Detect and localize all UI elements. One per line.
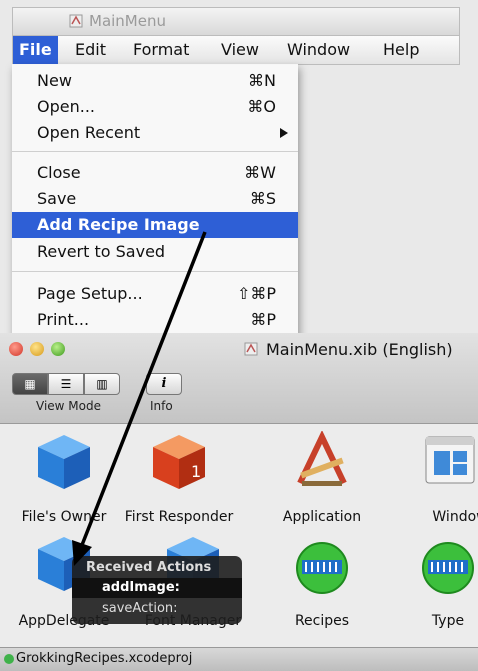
action-add-image[interactable]: addImage: (72, 578, 242, 598)
blue-cube-icon (38, 435, 90, 489)
menu-item-label: Open... (37, 97, 95, 116)
menu-item-print[interactable]: Print... ⌘P (12, 307, 298, 333)
array-controller-icon (296, 542, 348, 594)
red-cube-icon: 1 (153, 435, 205, 489)
file-menu-dropdown: New ⌘N Open... ⌘O Open Recent Close ⌘W S… (12, 64, 298, 340)
menu-item-shortcut: ⌘N (248, 71, 276, 90)
menu-item-shortcut: ⌘P (250, 310, 276, 329)
menu-view[interactable]: View (221, 40, 259, 59)
menu-item-open-recent[interactable]: Open Recent (12, 120, 298, 146)
menu-item-new[interactable]: New ⌘N (12, 68, 298, 94)
object-label: File's Owner (21, 509, 107, 525)
menu-item-label: Add Recipe Image (37, 215, 200, 234)
object-recipes[interactable]: Recipes (262, 538, 382, 638)
menu-separator (12, 151, 298, 152)
icon-view-button[interactable]: ▦ (12, 373, 48, 395)
document-icon (244, 342, 258, 356)
menu-file[interactable]: File (13, 36, 58, 64)
application-icon (297, 431, 347, 486)
list-view-button[interactable]: ☰ (48, 373, 84, 395)
menu-item-shortcut: ⌘O (247, 97, 276, 116)
menu-item-label: Open Recent (37, 123, 141, 142)
menu-item-label: Page Setup... (37, 284, 143, 303)
object-files-owner[interactable]: File's Owner (4, 431, 124, 531)
menu-item-shortcut: ⌘S (249, 189, 276, 208)
info-label: Info (150, 399, 173, 413)
column-view-button[interactable]: ▥ (84, 373, 120, 395)
object-label: Type (431, 613, 465, 629)
xib-window-title: MainMenu.xib (English) (266, 340, 453, 359)
view-mode-label: View Mode (36, 399, 101, 413)
mainmenu-title: MainMenu (89, 12, 166, 30)
object-application[interactable]: Application (262, 431, 382, 531)
close-button[interactable] (9, 342, 23, 356)
xib-window: MainMenu.xib (English) ▦ ☰ ▥ View Mode i… (0, 333, 478, 671)
menu-item-page-setup[interactable]: Page Setup... ⇧⌘P (12, 281, 298, 307)
menu-window[interactable]: Window (287, 40, 350, 59)
menu-item-revert-to-saved[interactable]: Revert to Saved (12, 239, 298, 265)
menu-item-label: Print... (37, 310, 90, 329)
svg-text:1: 1 (191, 462, 201, 481)
menu-item-close[interactable]: Close ⌘W (12, 160, 298, 186)
object-window[interactable]: Window (390, 431, 478, 531)
menu-item-save[interactable]: Save ⌘S (12, 186, 298, 212)
received-actions-popup: Received Actions addImage: saveAction: (72, 556, 242, 624)
view-mode-control: ▦ ☰ ▥ (12, 373, 122, 395)
action-save-action[interactable]: saveAction: (72, 599, 242, 619)
menu-item-shortcut: ⌘W (244, 163, 276, 182)
object-label: Recipes (294, 613, 350, 629)
popup-header: Received Actions (86, 560, 212, 575)
array-controller-icon (422, 542, 474, 594)
object-label: Window (432, 509, 478, 525)
submenu-arrow-icon (280, 128, 288, 138)
menu-format[interactable]: Format (133, 40, 189, 59)
action-label: addImage: (102, 580, 180, 595)
menu-item-shortcut: ⇧⌘P (236, 284, 276, 303)
object-type[interactable]: Type (388, 538, 478, 638)
menu-help[interactable]: Help (383, 40, 419, 59)
action-label: saveAction: (102, 601, 178, 616)
status-project-name: GrokkingRecipes.xcodeproj (16, 651, 193, 666)
menu-edit[interactable]: Edit (75, 40, 106, 59)
mainmenu-titlebar: MainMenu (12, 7, 460, 36)
object-label: First Responder (124, 509, 234, 525)
object-label: Application (282, 509, 362, 525)
minimize-button[interactable] (30, 342, 44, 356)
menu-separator (12, 271, 298, 272)
info-button[interactable]: i (146, 373, 182, 395)
status-bar: GrokkingRecipes.xcodeproj (0, 647, 478, 671)
window-icon (425, 436, 475, 484)
project-status-icon (4, 654, 14, 664)
menu-item-label: Close (37, 163, 81, 182)
menu-item-label: Save (37, 189, 77, 208)
menu-item-add-recipe-image[interactable]: Add Recipe Image (12, 212, 298, 238)
menu-item-label: Revert to Saved (37, 242, 166, 261)
menu-item-label: New (37, 71, 72, 90)
menu-item-open[interactable]: Open... ⌘O (12, 94, 298, 120)
object-first-responder[interactable]: 1 First Responder (119, 431, 239, 531)
xib-titlebar: MainMenu.xib (English) ▦ ☰ ▥ View Mode i… (0, 333, 478, 424)
menubar: File Edit Format View Window Help (12, 35, 460, 65)
zoom-button[interactable] (51, 342, 65, 356)
document-icon (69, 14, 83, 28)
